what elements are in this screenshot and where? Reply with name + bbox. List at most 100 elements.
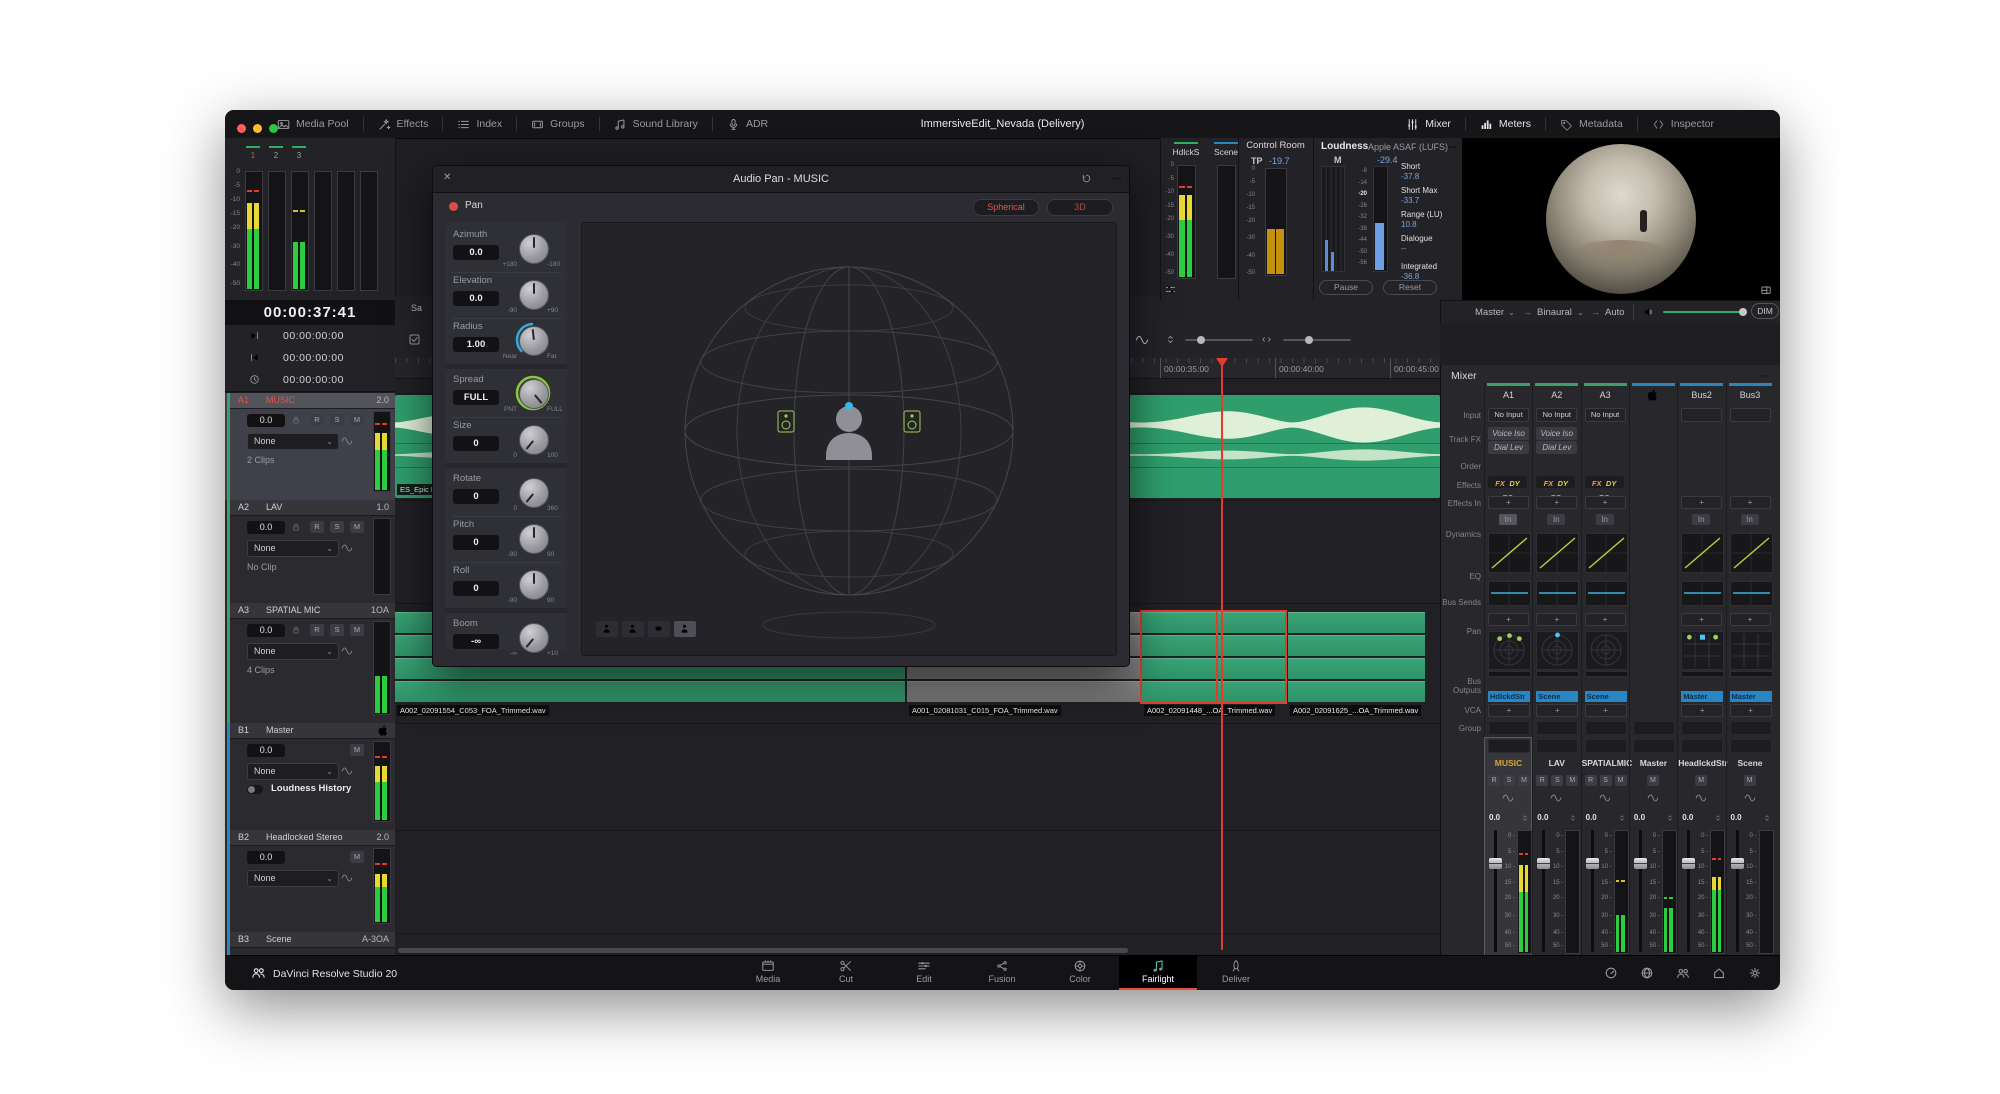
pan-enable-toggle[interactable] <box>449 202 458 211</box>
eq-graph[interactable] <box>1536 581 1579 606</box>
pan-mode-spherical[interactable]: Spherical <box>973 199 1039 216</box>
knob-radius[interactable] <box>519 326 549 356</box>
bus-output-add[interactable]: + <box>1536 704 1578 717</box>
pan-display[interactable] <box>1681 631 1724 670</box>
channel-input[interactable]: No Input <box>1536 408 1577 422</box>
toolbar-button-media-pool[interactable]: Media Pool <box>263 110 363 138</box>
effects-in-button[interactable]: In <box>1596 514 1614 525</box>
mixer-channel-bus2[interactable]: Bus2+In+Master+HeadlckdStrM0.00 -5 -10 -… <box>1677 383 1725 955</box>
toolbar-button-groups[interactable]: Groups <box>517 110 598 138</box>
fader-value[interactable]: 0.0 <box>1586 813 1597 822</box>
pan-display[interactable] <box>1730 631 1773 670</box>
track-header-b2[interactable]: B2Headlocked Stereo2.00.0MNone⌄ <box>225 830 395 933</box>
clock-icon[interactable] <box>249 374 260 385</box>
vertical-zoom-icon[interactable] <box>1165 334 1176 345</box>
fader-stepper-icon[interactable] <box>1521 814 1529 822</box>
skip-start-icon[interactable] <box>249 352 260 363</box>
toolbar-button-sound-library[interactable]: Sound Library <box>600 110 712 138</box>
waveform-view-icon[interactable] <box>1135 333 1149 347</box>
knob-value[interactable]: 0 <box>453 535 499 550</box>
track-r-button[interactable]: R <box>310 414 324 426</box>
bus-send-add[interactable]: + <box>1488 613 1529 626</box>
bus-send-add[interactable]: + <box>1536 613 1577 626</box>
mixer-channel-a3[interactable]: A3No InputFX DY EQ+In+Scene+SPATIALMICRS… <box>1581 383 1629 955</box>
lock-icon[interactable] <box>291 522 301 532</box>
dialog-header[interactable]: ✕ Audio Pan - MUSIC <box>433 166 1129 193</box>
page-tab-edit[interactable]: Edit <box>885 956 963 990</box>
options-icon[interactable] <box>1111 173 1122 184</box>
mixer-channel-apple[interactable]: MasterM0.00 -5 -10 -15 -20 -30 -40 -50 - <box>1629 383 1677 955</box>
eq-graph[interactable] <box>1730 581 1773 606</box>
fader-stepper-icon[interactable] <box>1569 814 1577 822</box>
reset-icon[interactable] <box>1081 173 1092 184</box>
knob-azimuth[interactable] <box>519 234 549 264</box>
track-m-button[interactable]: M <box>350 414 364 426</box>
mixer-menu-icon[interactable] <box>1759 371 1769 381</box>
eq-graph[interactable] <box>1488 581 1531 606</box>
eq-graph[interactable] <box>1585 581 1628 606</box>
channel-m-button[interactable]: M <box>1744 775 1756 786</box>
fader-handle[interactable] <box>1537 858 1550 869</box>
meter-tab-scene[interactable]: Scene <box>1208 147 1244 157</box>
track-fx-chip[interactable]: Dial Lev <box>1536 441 1577 454</box>
channel-s-button[interactable]: S <box>1600 775 1612 786</box>
toolbar-button-metadata[interactable]: Metadata <box>1546 110 1637 138</box>
channel-automation-icon[interactable] <box>1695 792 1707 804</box>
toolbar-button-mixer[interactable]: Mixer <box>1392 110 1465 138</box>
pan-fr-slider[interactable] <box>1681 671 1724 677</box>
knob-value[interactable]: 0.0 <box>453 291 499 306</box>
knob-value[interactable]: FULL <box>453 390 499 405</box>
toolbar-button-effects[interactable]: Effects <box>364 110 443 138</box>
view-button-top-view[interactable] <box>648 621 670 637</box>
channel-input[interactable] <box>1730 408 1771 422</box>
track-name-row[interactable]: A1MUSIC2.0 <box>230 393 395 409</box>
knob-value[interactable]: 0.0 <box>453 245 499 260</box>
page-tab-color[interactable]: Color <box>1041 956 1119 990</box>
channel-input[interactable]: No Input <box>1488 408 1529 422</box>
gauge-icon[interactable] <box>1604 966 1618 980</box>
mixer-channel-a1[interactable]: A1No InputVoice IsoDial LevFX DY EQ+In+H… <box>1484 383 1532 955</box>
bus-output-add[interactable]: + <box>1585 704 1627 717</box>
group-slot[interactable] <box>1633 739 1675 753</box>
automation-curve-icon[interactable] <box>341 542 353 554</box>
monitor-source-select[interactable]: Master <box>1475 307 1504 318</box>
pan-mode-3d[interactable]: 3D <box>1047 199 1113 216</box>
loudness-standard[interactable]: Apple ASAF (LUFS) <box>1368 142 1448 152</box>
loudness-reset-button[interactable]: Reset <box>1383 280 1437 295</box>
skip-end-icon[interactable] <box>249 330 260 341</box>
fader-value[interactable]: 0.0 <box>1537 813 1548 822</box>
bus-send-add[interactable]: + <box>1681 613 1722 626</box>
page-tab-media[interactable]: Media <box>729 956 807 990</box>
fader-track[interactable] <box>1687 830 1690 952</box>
fader-handle[interactable] <box>1489 858 1502 869</box>
fader-value[interactable]: 0.0 <box>1634 813 1645 822</box>
vca-slot[interactable] <box>1585 721 1627 735</box>
fader-value[interactable]: 0.0 <box>1489 813 1500 822</box>
toolbar-button-adr[interactable]: ADR <box>713 110 782 138</box>
track-name-row[interactable]: A2LAV1.0 <box>230 500 395 516</box>
track-name-row[interactable]: B2Headlocked Stereo2.0 <box>230 830 395 846</box>
order-chip[interactable]: FX DY EQ <box>1585 476 1624 488</box>
bus-output-chip[interactable]: Scene <box>1585 691 1627 702</box>
track-m-button[interactable]: M <box>350 624 364 636</box>
add-effect-button[interactable]: + <box>1730 496 1771 509</box>
mixer-channel-bus3[interactable]: Bus3+In+Master+SceneM0.00 -5 -10 -15 -20… <box>1726 383 1774 955</box>
page-tab-fairlight[interactable]: Fairlight <box>1119 956 1197 990</box>
toolbar-button-meters[interactable]: Meters <box>1466 110 1545 138</box>
track-header-a3[interactable]: A3SPATIAL MIC1OA0.0RSMNone⌄4 Clips <box>225 603 395 724</box>
monitor-dest-select[interactable]: Binaural <box>1537 307 1572 318</box>
lock-icon[interactable] <box>291 415 301 425</box>
track-m-button[interactable]: M <box>350 521 364 533</box>
channel-s-button[interactable]: S <box>1551 775 1563 786</box>
channel-m-button[interactable]: M <box>1647 775 1659 786</box>
channel-m-button[interactable]: M <box>1566 775 1578 786</box>
track-gain-value[interactable]: 0.0 <box>247 521 285 534</box>
bus-output-chip[interactable]: Master <box>1681 691 1723 702</box>
fader-stepper-icon[interactable] <box>1618 814 1626 822</box>
track-fx-chip[interactable]: Voice Iso <box>1536 427 1577 440</box>
view-button-side-view[interactable] <box>622 621 644 637</box>
dynamics-graph[interactable] <box>1681 533 1724 573</box>
track-header-b1[interactable]: B1Master0.0MNone⌄Loudness History <box>225 723 395 831</box>
pan-fr-slider[interactable] <box>1536 671 1579 677</box>
track-name-row[interactable]: A3SPATIAL MIC1OA <box>230 603 395 619</box>
